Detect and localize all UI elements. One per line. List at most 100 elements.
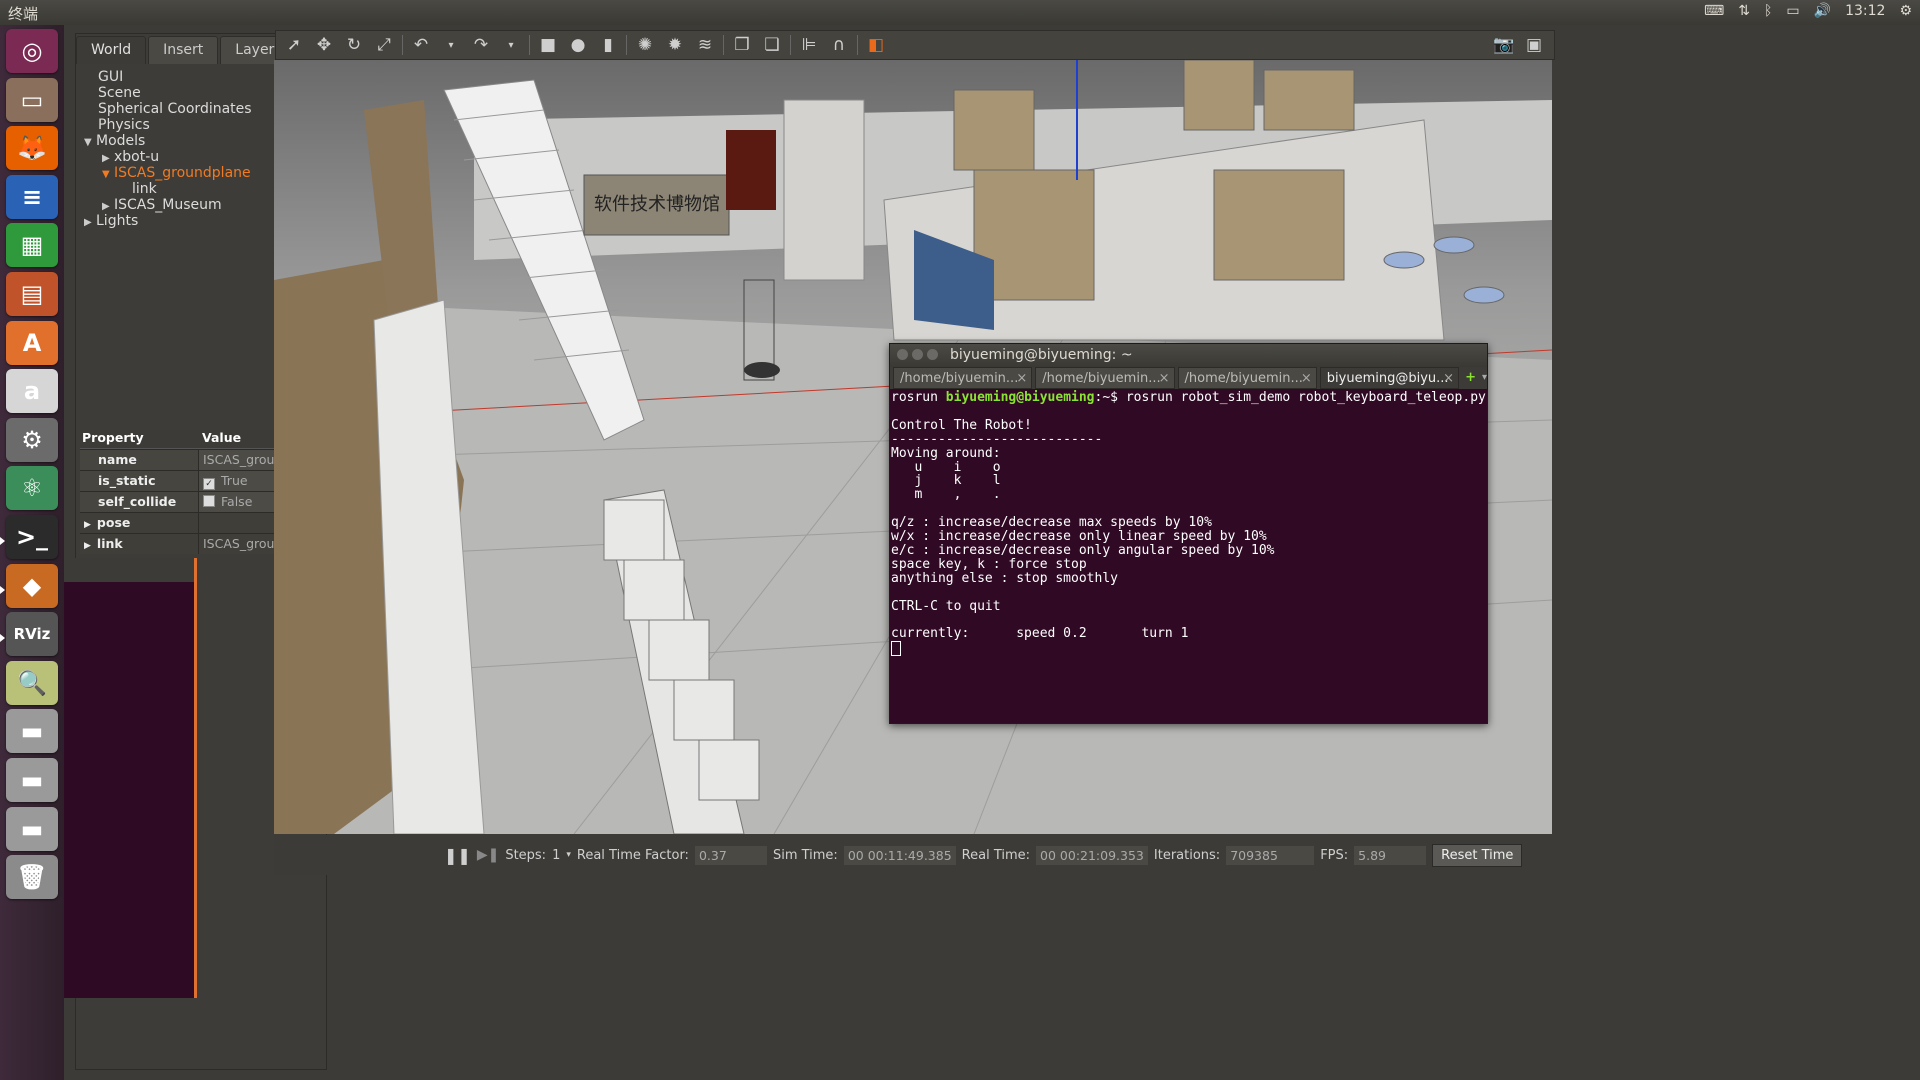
launcher-settings-icon[interactable]: ⚙: [6, 417, 58, 462]
undo-dropdown-icon[interactable]: ▾: [439, 33, 463, 57]
tree-label: Physics: [98, 117, 150, 133]
checkbox-unchecked[interactable]: [203, 495, 215, 507]
battery-icon[interactable]: ▭: [1786, 3, 1799, 19]
terminal-window[interactable]: biyueming@biyueming: ~ /home/biyuemin...…: [889, 343, 1488, 724]
launcher-writer-icon[interactable]: ≡: [6, 174, 58, 219]
rtf-label: Real Time Factor:: [576, 847, 689, 863]
record-icon[interactable]: ▣: [1522, 33, 1546, 57]
tree-label: ISCAS_Museum: [114, 197, 222, 213]
sphere-shape-icon[interactable]: ●: [566, 33, 590, 57]
directional-light-icon[interactable]: ≋: [693, 33, 717, 57]
spot-light-icon[interactable]: ✹: [663, 33, 687, 57]
tab-menu-icon[interactable]: ▾: [1482, 367, 1487, 389]
steps-spinbox[interactable]: 1: [552, 848, 560, 863]
terminal-tab-label: /home/biyuemin...: [900, 371, 1019, 386]
tab-world[interactable]: World: [76, 36, 147, 64]
step-icon[interactable]: ▶❚: [477, 847, 500, 863]
network-icon[interactable]: ⇅: [1738, 3, 1750, 19]
checkbox-label: False: [221, 494, 253, 509]
view-angle-icon[interactable]: ◧: [864, 33, 888, 57]
snap-icon[interactable]: ∩: [827, 33, 851, 57]
maximize-icon[interactable]: [927, 349, 938, 360]
terminal-titlebar[interactable]: biyueming@biyueming: ~: [890, 344, 1487, 367]
property-key: ▶ pose: [80, 513, 198, 533]
launcher-disk-3-icon[interactable]: ▬: [6, 806, 58, 851]
tree-item-groundplane[interactable]: ▼ ISCAS_groundplane: [102, 164, 251, 182]
real-time-label: Real Time:: [961, 847, 1031, 863]
gazebo-glyph: ◆: [22, 571, 42, 600]
terminal-tab-active[interactable]: biyueming@biyu... ×: [1319, 367, 1460, 389]
point-light-icon[interactable]: ✺: [633, 33, 657, 57]
terminal-lines: Control The Robot! ---------------------…: [891, 417, 1275, 642]
redo-icon[interactable]: ↷: [469, 33, 493, 57]
box-shape-icon[interactable]: ■: [536, 33, 560, 57]
align-icon[interactable]: ⊫: [797, 33, 821, 57]
pause-icon[interactable]: ❚❚: [444, 846, 471, 865]
terminal-output[interactable]: rosrun biyueming@biyueming:~$ rosrun rob…: [890, 389, 1487, 658]
launcher-ubuntu-dash-icon[interactable]: ◎: [6, 29, 58, 73]
scale-icon[interactable]: ⤢: [372, 33, 396, 57]
launcher-disk-1-icon[interactable]: ▬: [6, 709, 58, 754]
background-terminal-titlebar[interactable]: [64, 558, 194, 582]
launcher-firefox-icon[interactable]: 🦊: [6, 126, 58, 171]
tree-label: ISCAS_groundplane: [114, 165, 251, 181]
launcher-atom-icon[interactable]: ⚛: [6, 466, 58, 511]
terminal-tab[interactable]: /home/biyuemin... ×: [1177, 367, 1317, 389]
close-tab-icon[interactable]: ×: [1016, 368, 1027, 388]
real-time-value: 00 00:21:09.353: [1036, 845, 1148, 865]
camera-icon[interactable]: 📷: [1492, 33, 1516, 57]
clock[interactable]: 13:12: [1845, 3, 1885, 19]
reset-time-button[interactable]: Reset Time: [1432, 843, 1523, 867]
minimize-icon[interactable]: [912, 349, 923, 360]
sim-time-value: 00 00:11:49.385: [843, 845, 956, 865]
tab-insert[interactable]: Insert: [148, 36, 219, 64]
keyboard-icon[interactable]: ⌨: [1704, 3, 1724, 19]
launcher-amazon-icon[interactable]: a: [6, 369, 58, 414]
launcher-image-viewer-icon[interactable]: 🔍: [6, 660, 58, 705]
launcher-software-center-icon[interactable]: A: [6, 320, 58, 365]
close-icon[interactable]: [897, 349, 908, 360]
redo-dropdown-icon[interactable]: ▾: [499, 33, 523, 57]
translate-icon[interactable]: ✥: [312, 33, 336, 57]
terminal-tab-label: biyueming@biyu...: [1326, 371, 1449, 386]
launcher-terminal-icon[interactable]: >_: [0, 515, 58, 559]
close-tab-icon[interactable]: ×: [1443, 368, 1454, 388]
launcher-calc-icon[interactable]: ▦: [6, 223, 58, 268]
expand-right-icon[interactable]: ▶: [84, 541, 91, 551]
close-tab-icon[interactable]: ×: [1159, 368, 1170, 388]
expand-right-icon[interactable]: ▶: [84, 520, 91, 530]
trash-glyph: 🗑: [16, 863, 48, 892]
atom-glyph: ⚛: [21, 474, 43, 503]
cylinder-shape-icon[interactable]: ▮: [596, 33, 620, 57]
new-tab-icon[interactable]: +: [1459, 367, 1482, 389]
rotate-icon[interactable]: ↻: [342, 33, 366, 57]
launcher-gazebo-icon[interactable]: ◆: [0, 563, 58, 608]
launcher-trash-icon[interactable]: 🗑: [6, 855, 58, 900]
select-arrow-icon[interactable]: ➚: [282, 33, 306, 57]
museum-sign-text: 软件技术博物馆: [594, 194, 720, 215]
background-terminal-window[interactable]: [64, 558, 197, 998]
property-key: ▶ link: [80, 534, 198, 554]
terminal-tab[interactable]: /home/biyuemin... ×: [893, 367, 1033, 389]
window-controls: [897, 349, 938, 360]
expand-down-icon[interactable]: ▼: [84, 134, 96, 152]
command-prefix: rosrun: [891, 390, 946, 405]
impress-glyph: ▤: [20, 280, 44, 308]
expand-right-icon[interactable]: ▶: [84, 214, 96, 232]
steps-dropdown-icon[interactable]: ▾: [566, 850, 571, 860]
launcher-impress-icon[interactable]: ▤: [6, 272, 58, 316]
launcher-rviz-icon[interactable]: RViz: [0, 612, 58, 657]
launcher-disk-2-icon[interactable]: ▬: [6, 758, 58, 802]
volume-icon[interactable]: 🔊: [1814, 3, 1831, 19]
copy-icon[interactable]: ❐: [730, 33, 754, 57]
gear-icon[interactable]: ⚙: [1899, 3, 1912, 19]
close-tab-icon[interactable]: ×: [1301, 368, 1312, 388]
terminal-tab[interactable]: /home/biyuemin... ×: [1035, 367, 1175, 389]
checkbox-checked[interactable]: ✓: [203, 478, 215, 490]
undo-icon[interactable]: ↶: [409, 33, 433, 57]
launcher-files-icon[interactable]: ▭: [6, 77, 58, 122]
tree-item-lights[interactable]: ▶ Lights: [84, 212, 138, 230]
bluetooth-icon[interactable]: ᛒ: [1764, 3, 1772, 19]
paste-icon[interactable]: ❏: [760, 33, 784, 57]
expand-down-icon[interactable]: ▼: [102, 166, 114, 184]
